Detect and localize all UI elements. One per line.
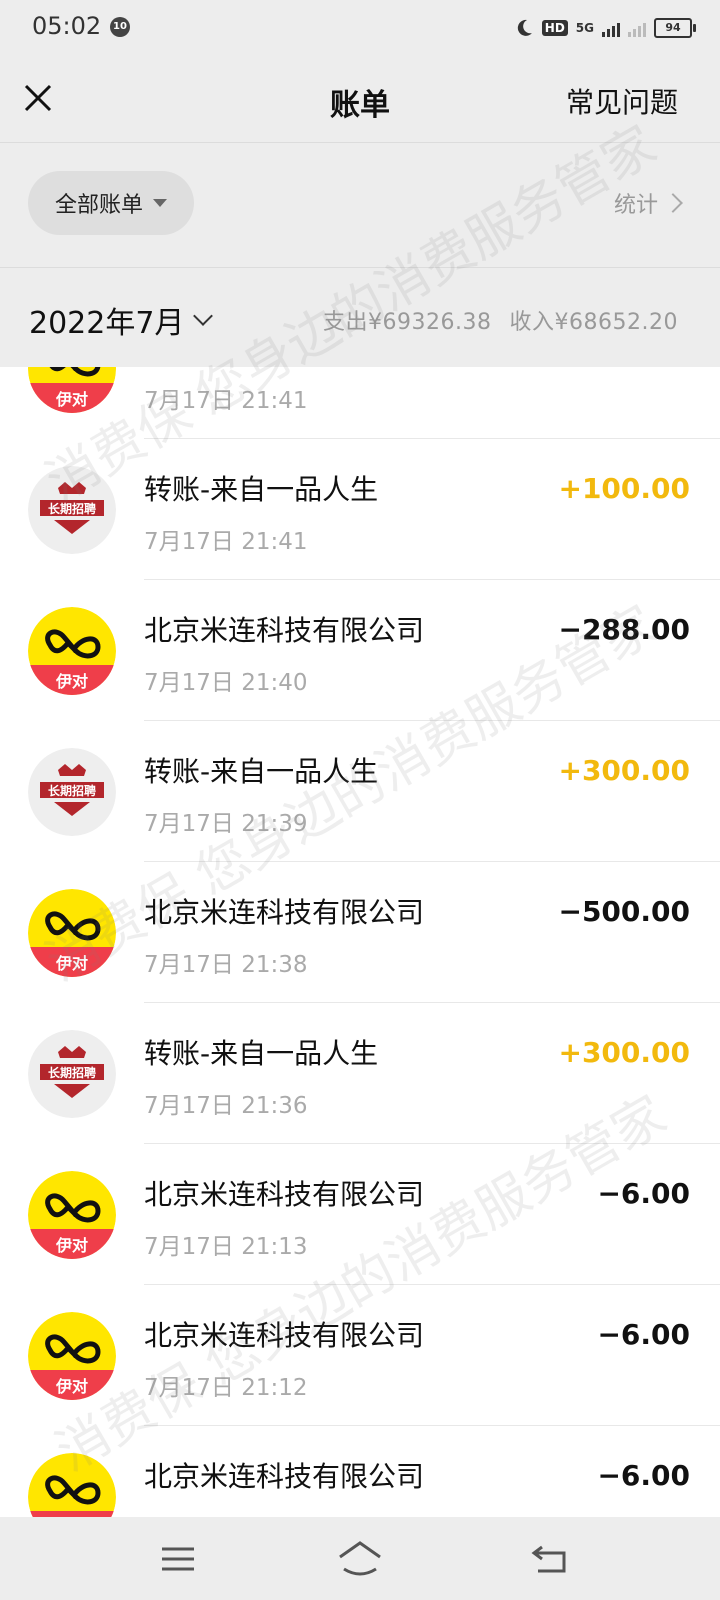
notification-badge: 10 — [110, 17, 130, 37]
moon-icon — [517, 19, 532, 36]
transaction-list: 伊对 7月17日 21:41 长期招聘 转账-来自一品人生 7月17日 21:4… — [0, 367, 720, 1517]
transaction-row[interactable]: 伊对 北京米连科技有限公司 7月17日 21:13 −6.00 — [0, 1143, 720, 1287]
nav-bar: 账单 常见问题 — [0, 58, 720, 143]
merchant-avatar: 伊对 — [28, 1453, 116, 1517]
merchant-name: 北京米连科技有限公司 — [144, 1178, 425, 1211]
month-bar: 2022年7月 支出¥69326.38 收入¥68652.20 — [0, 267, 720, 368]
transaction-row[interactable]: 长期招聘 转账-来自一品人生 7月17日 21:41 +100.00 — [0, 438, 720, 582]
transaction-row[interactable]: 伊对 北京米连科技有限公司 7月17日 21:38 −500.00 — [0, 861, 720, 1005]
svg-text:伊对: 伊对 — [55, 954, 88, 973]
merchant-avatar: 伊对 — [28, 1312, 116, 1400]
transaction-amount: −288.00 — [558, 613, 690, 646]
transaction-time: 7月17日 21:38 — [144, 952, 308, 978]
menu-icon[interactable] — [160, 1545, 196, 1573]
merchant-name: 北京米连科技有限公司 — [144, 1460, 425, 1493]
row-divider — [144, 720, 720, 721]
transaction-time: 7月17日 21:41 — [144, 388, 308, 414]
svg-text:伊对: 伊对 — [55, 672, 88, 691]
all-bills-filter[interactable]: 全部账单 — [28, 171, 194, 235]
transaction-amount: +100.00 — [558, 472, 690, 505]
transaction-time: 7月17日 21:36 — [144, 1093, 308, 1119]
signal-2-icon — [628, 19, 646, 37]
close-icon[interactable] — [18, 78, 58, 118]
merchant-avatar: 伊对 — [28, 889, 116, 977]
transaction-amount: −6.00 — [597, 1177, 690, 1210]
svg-text:长期招聘: 长期招聘 — [48, 501, 96, 516]
merchant-avatar: 长期招聘 — [28, 748, 116, 836]
merchant-name: 北京米连科技有限公司 — [144, 614, 425, 647]
income-total: 收入¥68652.20 — [509, 310, 678, 335]
all-bills-label: 全部账单 — [54, 193, 143, 218]
transaction-row[interactable]: 伊对 7月17日 21:41 — [0, 367, 720, 441]
transaction-row[interactable]: 伊对 北京米连科技有限公司 7月17日 21:40 −288.00 — [0, 579, 720, 723]
system-nav-bar — [0, 1517, 720, 1600]
merchant-name: 北京米连科技有限公司 — [144, 1319, 425, 1352]
battery-icon: 94 — [654, 18, 696, 38]
svg-text:伊对: 伊对 — [55, 1236, 88, 1255]
transaction-amount: −6.00 — [597, 1318, 690, 1351]
chevron-down-icon — [193, 306, 214, 326]
merchant-avatar: 长期招聘 — [28, 466, 116, 554]
transaction-time: 7月17日 21:41 — [144, 529, 308, 555]
transaction-row[interactable]: 伊对 北京米连科技有限公司 −6.00 — [0, 1425, 720, 1517]
caret-down-icon — [153, 199, 167, 207]
stats-link[interactable]: 统计 — [613, 187, 683, 219]
row-divider — [144, 438, 720, 439]
svg-text:长期招聘: 长期招聘 — [48, 1065, 96, 1080]
transaction-time: 7月17日 21:13 — [144, 1234, 308, 1260]
hd-icon: HD — [541, 20, 568, 36]
filter-bar: 全部账单 统计 — [0, 143, 720, 267]
home-icon[interactable] — [336, 1539, 384, 1577]
status-bar: 05:02 10 HD 5G 94 — [0, 0, 720, 58]
svg-text:伊对: 伊对 — [55, 390, 88, 409]
status-time: 05:02 — [32, 12, 102, 40]
merchant-avatar: 伊对 — [28, 1171, 116, 1259]
transaction-amount: −500.00 — [558, 895, 690, 928]
status-icons: HD 5G 94 — [514, 16, 696, 40]
expense-total: 支出¥69326.38 — [323, 310, 492, 335]
transaction-time: 7月17日 21:39 — [144, 811, 308, 837]
back-icon[interactable] — [530, 1541, 570, 1575]
row-divider — [144, 861, 720, 862]
transaction-amount: +300.00 — [558, 1036, 690, 1069]
row-divider — [144, 1002, 720, 1003]
network-label: 5G — [575, 21, 594, 35]
merchant-name: 转账-来自一品人生 — [144, 755, 379, 788]
transaction-row[interactable]: 长期招聘 转账-来自一品人生 7月17日 21:36 +300.00 — [0, 1002, 720, 1146]
faq-link[interactable]: 常见问题 — [566, 81, 678, 121]
merchant-name: 转账-来自一品人生 — [144, 473, 379, 506]
svg-text:伊对: 伊对 — [55, 1377, 88, 1396]
row-divider — [144, 1425, 720, 1426]
transaction-row[interactable]: 伊对 北京米连科技有限公司 7月17日 21:12 −6.00 — [0, 1284, 720, 1428]
month-totals: 支出¥69326.38 收入¥68652.20 — [323, 304, 678, 336]
merchant-avatar: 长期招聘 — [28, 1030, 116, 1118]
transaction-time: 7月17日 21:12 — [144, 1375, 308, 1401]
row-divider — [144, 1143, 720, 1144]
transaction-amount: +300.00 — [558, 754, 690, 787]
transaction-amount: −6.00 — [597, 1459, 690, 1492]
transaction-row[interactable]: 长期招聘 转账-来自一品人生 7月17日 21:39 +300.00 — [0, 720, 720, 864]
month-label: 2022年7月 — [29, 306, 185, 341]
stats-label: 统计 — [613, 193, 658, 218]
merchant-avatar: 伊对 — [28, 607, 116, 695]
row-divider — [144, 1284, 720, 1285]
merchant-name: 转账-来自一品人生 — [144, 1037, 379, 1070]
row-divider — [144, 579, 720, 580]
svg-text:长期招聘: 长期招聘 — [48, 783, 96, 798]
merchant-name: 北京米连科技有限公司 — [144, 896, 425, 929]
merchant-avatar: 伊对 — [28, 367, 116, 413]
transaction-time: 7月17日 21:40 — [144, 670, 308, 696]
signal-icon — [602, 19, 620, 37]
chevron-right-icon — [663, 193, 683, 213]
month-selector[interactable]: 2022年7月 — [29, 298, 214, 342]
